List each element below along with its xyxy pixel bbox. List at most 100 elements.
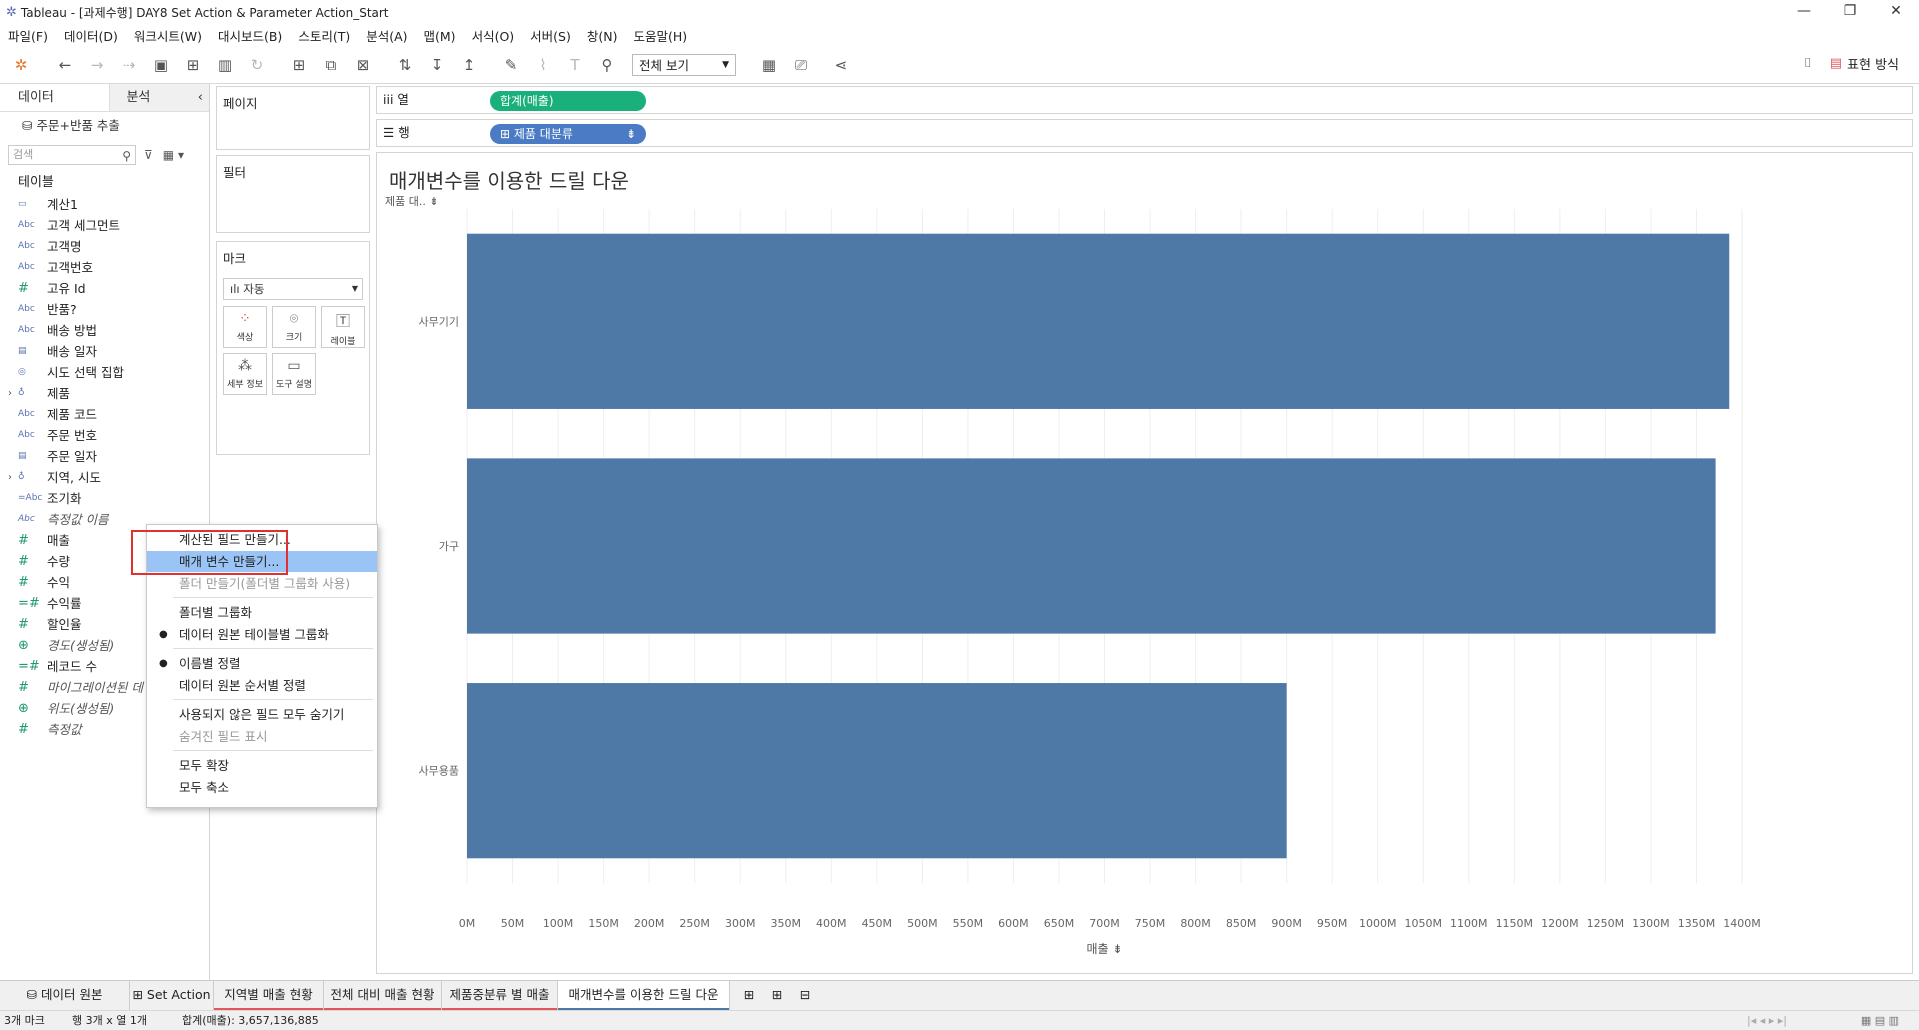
field-type-icon: ⊕ [18, 638, 29, 653]
context-menu-item[interactable]: 폴더별 그룹화 [147, 602, 377, 623]
context-menu-item[interactable]: 모두 축소 [147, 777, 377, 798]
highlight-icon[interactable]: ✎ [500, 54, 522, 76]
tab-data[interactable]: 데이터 [0, 84, 109, 111]
context-menu-item[interactable]: 데이터 원본 순서별 정렬 [147, 675, 377, 696]
share-icon[interactable]: ⋖ [830, 54, 852, 76]
presentation-icon[interactable]: ⎚ [790, 54, 812, 76]
context-menu-item[interactable]: ● 데이터 원본 테이블별 그룹화 [147, 624, 377, 645]
group-icon[interactable]: ⌇ [532, 54, 554, 76]
duplicate-icon[interactable]: ⧉ [320, 54, 342, 76]
menu-item-0[interactable]: 파일(F) [8, 26, 48, 45]
sheet-tab-label: 지역별 매출 현황 [224, 987, 313, 1002]
save-icon[interactable]: ▣ [150, 54, 172, 76]
tooltip-button[interactable]: ▭ 도구 설명 [272, 353, 316, 395]
field-item[interactable]: Abc 제품 코드 [0, 404, 209, 425]
context-menu-item[interactable]: 사용되지 않은 필드 모두 숨기기 [147, 704, 377, 725]
new-dashboard-icon[interactable]: ⊞ [764, 981, 790, 1011]
menu-item-3[interactable]: 대시보드(B) [218, 26, 282, 45]
filters-card[interactable]: 필터 [216, 155, 370, 233]
color-icon: ⁘ [239, 311, 251, 327]
grid-view-icon[interactable]: ▦ ▤ ▥ [1861, 1011, 1899, 1030]
x-tick-label: 250M [679, 917, 710, 930]
field-item[interactable]: ◎ 시도 선택 집합 [0, 362, 209, 383]
nav-first-icon[interactable]: |◂ ◂ ▸ ▸| [1747, 1011, 1787, 1030]
pause-updates-icon[interactable]: ▥ [214, 54, 236, 76]
detail-button[interactable]: ⁂ 세부 정보 [223, 353, 267, 395]
undo-icon[interactable]: ← [54, 54, 76, 76]
show-me-button[interactable]: ⌷ ▤ 표현 방식 [1804, 54, 1899, 73]
menu-item-1[interactable]: 데이터(D) [64, 26, 118, 45]
field-item[interactable]: Abc 주문 번호 [0, 425, 209, 446]
color-button[interactable]: ⁘ 색상 [223, 306, 267, 348]
new-story-icon[interactable]: ⊟ [792, 981, 818, 1011]
fit-select[interactable]: 전체 보기 ▼ [632, 53, 736, 76]
x-tick-label: 350M [771, 917, 802, 930]
label-button[interactable]: 🅃 레이블 [321, 306, 365, 348]
rows-pill[interactable]: ⊞ 제품 대분류 ⇟ [490, 124, 646, 144]
field-item[interactable]: Abc 고객 세그먼트 [0, 215, 209, 236]
rows-shelf[interactable]: ☰ 행 ⊞ 제품 대분류 ⇟ [376, 119, 1913, 147]
tableau-home-icon[interactable]: ✲ [10, 54, 32, 76]
field-item[interactable]: Abc 배송 방법 [0, 320, 209, 341]
menu-item-2[interactable]: 워크시트(W) [134, 26, 202, 45]
sheet-tab[interactable]: 매개변수를 이용한 드릴 다운 [558, 981, 730, 1011]
close-icon[interactable]: ✕ [1873, 0, 1919, 24]
new-worksheet-icon[interactable]: ⊞ [288, 54, 310, 76]
field-item[interactable]: # 고유 Id [0, 278, 209, 299]
menu-item-6[interactable]: 맵(M) [424, 26, 456, 45]
size-button[interactable]: ⌾ 크기 [272, 306, 316, 348]
field-item[interactable]: Abc 반품? [0, 299, 209, 320]
sort-asc-icon[interactable]: ↧ [426, 54, 448, 76]
field-item[interactable]: › ♁ 제품 [0, 383, 209, 404]
menu-item-8[interactable]: 서버(S) [530, 26, 571, 45]
datasource-item[interactable]: ⛁ 주문+반품 추출 [0, 112, 209, 140]
new-datasource-icon[interactable]: ⊞ [182, 54, 204, 76]
pages-card[interactable]: 페이지 [216, 86, 370, 150]
filter-icon[interactable]: ⊽ [144, 148, 153, 162]
field-item[interactable]: =Abc 조기화 [0, 488, 209, 509]
new-worksheet-icon[interactable]: ⊞ [736, 981, 762, 1011]
minimize-icon[interactable]: — [1781, 0, 1827, 24]
menu-item-7[interactable]: 서식(O) [472, 26, 515, 45]
maximize-icon[interactable]: ❐ [1827, 0, 1873, 24]
columns-shelf[interactable]: iii 열 합계(매출) [376, 86, 1913, 114]
field-item[interactable]: Abc 고객명 [0, 236, 209, 257]
sort-desc-icon[interactable]: ↥ [458, 54, 480, 76]
clear-sheet-icon[interactable]: ⊠ [352, 54, 374, 76]
tab-analysis[interactable]: 분석 ‹ [109, 84, 209, 111]
columns-pill[interactable]: 합계(매출) [490, 91, 646, 111]
field-item[interactable]: › ♁ 지역, 시도 [0, 467, 209, 488]
view-options-icon[interactable]: ▦ ▾ [163, 148, 184, 162]
menu-item-9[interactable]: 창(N) [587, 26, 618, 45]
mark-type-select[interactable]: ılı 자동 ▼ [223, 278, 363, 300]
x-tick-label: 1400M [1723, 917, 1761, 930]
context-menu-item[interactable]: 모두 확장 [147, 755, 377, 776]
menu-item-5[interactable]: 분석(A) [366, 26, 407, 45]
field-search-input[interactable]: 검색 ⚲ [8, 145, 136, 165]
expand-icon[interactable]: › [8, 467, 12, 488]
field-item[interactable]: ▤ 배송 일자 [0, 341, 209, 362]
category-label: 가구 [439, 540, 459, 553]
collapse-pane-icon[interactable]: ‹ [198, 84, 203, 112]
sheet-tab[interactable]: ⊞ Set Action [130, 981, 214, 1011]
sheet-tab[interactable]: 전체 대비 매출 현황 [324, 981, 442, 1011]
labels-icon[interactable]: T [564, 54, 586, 76]
replay-icon[interactable]: ⇢ [118, 54, 140, 76]
pin-icon[interactable]: ⚲ [596, 54, 618, 76]
context-menu-item[interactable]: ● 이름별 정렬 [147, 653, 377, 674]
field-type-icon: # [18, 533, 29, 548]
refresh-icon[interactable]: ↻ [246, 54, 268, 76]
sheet-tab[interactable]: 제품중분류 별 매출 [442, 981, 558, 1011]
field-item[interactable]: ▤ 주문 일자 [0, 446, 209, 467]
expand-icon[interactable]: › [8, 383, 12, 404]
context-menu-item: 숨겨진 필드 표시 [147, 726, 377, 747]
menu-item-4[interactable]: 스토리(T) [298, 26, 350, 45]
swap-icon[interactable]: ⇅ [394, 54, 416, 76]
show-cards-icon[interactable]: ▦ [758, 54, 780, 76]
menu-item-10[interactable]: 도움말(H) [633, 26, 687, 45]
sheet-tab[interactable]: 지역별 매출 현황 [214, 981, 324, 1011]
field-item[interactable]: Abc 고객번호 [0, 257, 209, 278]
redo-icon[interactable]: → [86, 54, 108, 76]
field-item[interactable]: ▭ 계산1 [0, 194, 209, 215]
sheet-tab[interactable]: ⛁ 데이터 원본 [0, 981, 130, 1011]
